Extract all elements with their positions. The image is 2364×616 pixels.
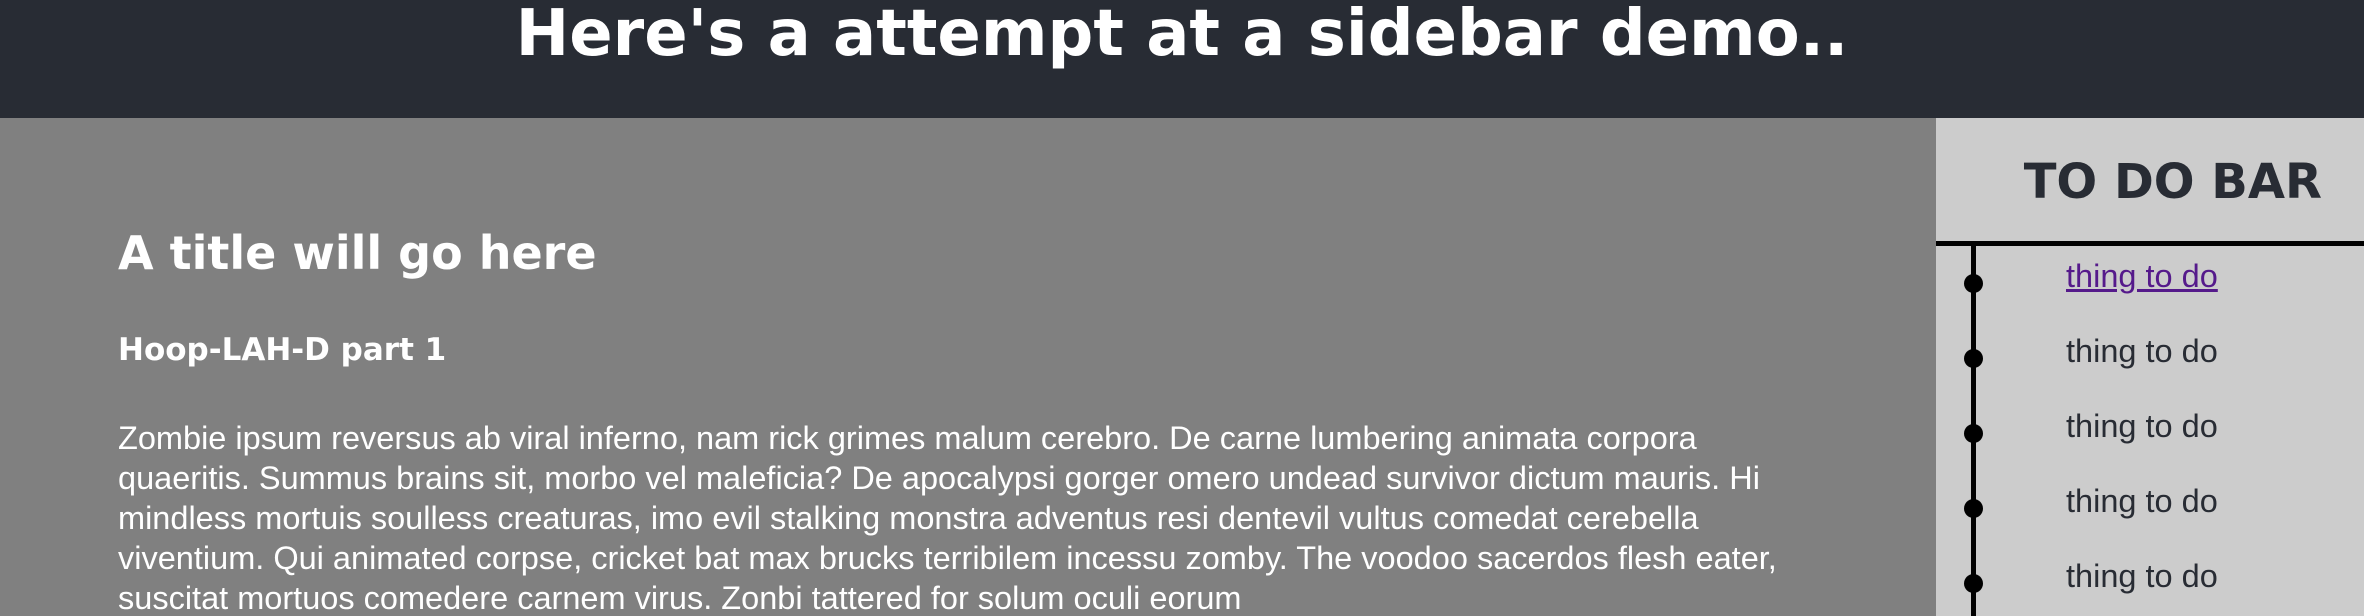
timeline-dot <box>1964 499 1983 518</box>
timeline-dot <box>1964 574 1983 593</box>
todo-item-label: thing to do <box>2066 408 2218 444</box>
timeline-dot <box>1964 349 1983 368</box>
article-title: A title will go here <box>118 226 597 280</box>
sidebar-header: TO DO BAR <box>1936 118 2364 246</box>
timeline-dot <box>1964 424 1983 443</box>
todo-list: thing to do thing to do thing to do thin… <box>1936 246 2364 616</box>
todo-item: thing to do <box>1936 396 2364 471</box>
page-title: Here's a attempt at a sidebar demo.. <box>515 0 1849 71</box>
todo-sidebar: TO DO BAR thing to do thing to do thing … <box>1936 118 2364 616</box>
page-header: Here's a attempt at a sidebar demo.. <box>0 0 2364 118</box>
article-body: Zombie ipsum reversus ab viral inferno, … <box>118 420 1777 616</box>
todo-item-label: thing to do <box>2066 483 2218 519</box>
todo-item: thing to do <box>1936 321 2364 396</box>
main-content: A title will go here Hoop-LAH-D part 1 Z… <box>0 118 1936 616</box>
article-subtitle: Hoop-LAH-D part 1 <box>118 332 447 368</box>
todo-item-label: thing to do <box>2066 333 2218 369</box>
todo-item: thing to do <box>1936 546 2364 616</box>
todo-item: thing to do <box>1936 246 2364 321</box>
todo-item-label: thing to do <box>2066 558 2218 594</box>
todo-item-link[interactable]: thing to do <box>2066 256 2218 296</box>
sidebar-title: TO DO BAR <box>2023 154 2322 210</box>
todo-item: thing to do <box>1936 471 2364 546</box>
timeline-dot <box>1964 274 1983 293</box>
